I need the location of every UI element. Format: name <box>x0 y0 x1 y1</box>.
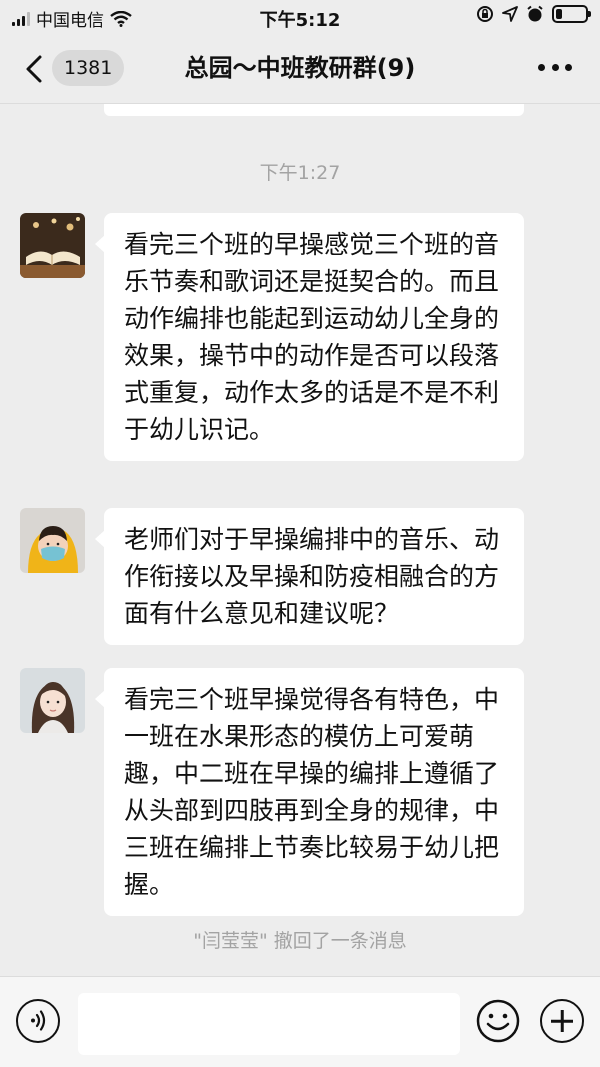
chat-timestamp: 下午1:27 <box>259 162 341 184</box>
girl-portrait-avatar[interactable] <box>20 668 85 733</box>
more-functions-icon[interactable] <box>540 999 584 1043</box>
unread-count-badge[interactable]: 1381 <box>52 50 125 86</box>
message-bubble[interactable]: 看完三个班的早操感觉三个班的音乐节奏和歌词还是挺契合的。而且动作编排也能起到运动… <box>95 213 524 461</box>
alarm-icon <box>527 5 543 22</box>
message-bubble[interactable]: 看完三个班早操觉得各有特色，中一班在水果形态的模仿上可爱萌趣，中二班在早操的编排… <box>95 668 524 916</box>
chat-title: 总园～中班教研群(9) <box>184 54 416 82</box>
back-arrow-icon[interactable] <box>22 54 50 84</box>
input-bar <box>0 976 600 1067</box>
recall-notice: "闫莹莹" 撤回了一条消息 <box>193 930 407 952</box>
orientation-lock-icon <box>477 6 493 22</box>
chat-header: 1381 总园～中班教研群(9) <box>0 34 600 104</box>
emoji-icon[interactable] <box>476 999 520 1043</box>
more-options-icon[interactable] <box>538 62 572 72</box>
location-icon <box>502 6 518 22</box>
message-input[interactable] <box>78 993 460 1055</box>
status-bar: 中国电信 下午5:12 <box>0 0 600 34</box>
previous-message-bubble <box>104 104 524 116</box>
battery-icon <box>552 5 591 23</box>
message-bubble[interactable]: 老师们对于早操编排中的音乐、动作衔接以及早操和防疫相融合的方面有什么意见和建议呢… <box>95 508 524 645</box>
book-photo-avatar[interactable] <box>20 213 85 278</box>
masked-child-avatar[interactable] <box>20 508 85 573</box>
voice-input-icon[interactable] <box>16 999 60 1043</box>
status-right <box>476 5 591 23</box>
